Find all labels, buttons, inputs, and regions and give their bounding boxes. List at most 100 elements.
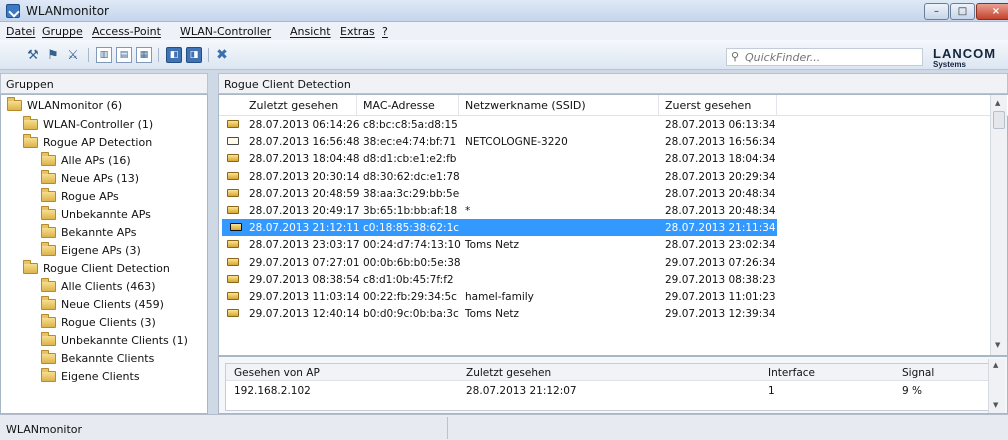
brand-subtitle: Systems (933, 60, 966, 69)
tree-item-rogue-clients[interactable]: Rogue Clients (3) (41, 313, 156, 331)
tree-item-neue-clients[interactable]: Neue Clients (459) (41, 295, 164, 313)
detail-col-last-seen[interactable]: Zuletzt gesehen (466, 367, 551, 379)
client-yellow-icon (227, 274, 239, 283)
table-row[interactable]: 28.07.2013 21:12:11 c0:18:85:38:62:1c 28.0… (222, 219, 777, 237)
tree-item-wlanmonitor[interactable]: WLANmonitor (6) (7, 96, 122, 114)
tree-item-alle-clients[interactable]: Alle Clients (463) (41, 277, 156, 295)
groups-tree: WLANmonitor (6) WLAN-Controller (1) Rogu… (0, 94, 208, 414)
folder-icon (23, 115, 38, 130)
menu-access-point[interactable]: Access-Point (92, 25, 161, 38)
window-right-icon[interactable]: ◨ (186, 47, 202, 63)
tree-item-bekannte-clients[interactable]: Bekannte Clients (41, 349, 154, 367)
folder-icon (41, 223, 56, 238)
layout-rows-icon[interactable]: ▤ (116, 47, 132, 63)
scroll-up-icon[interactable]: ▲ (993, 361, 998, 369)
col-last-seen[interactable]: Zuletzt gesehen (219, 95, 357, 115)
scroll-down-icon[interactable]: ▼ (995, 341, 1000, 349)
antenna-remove-icon[interactable]: ⚔ (65, 47, 81, 63)
folder-icon (41, 295, 56, 310)
client-yellow-icon (227, 120, 239, 128)
table-row[interactable]: 28.07.2013 20:30:14 d8:30:62:dc:e1:78 28.0… (219, 168, 1008, 185)
cell-last-seen: 29.07.2013 07:27:01 (249, 256, 360, 269)
cell-first-seen: 28.07.2013 20:48:34 (665, 205, 776, 217)
menu-gruppe[interactable]: Gruppe (42, 25, 83, 38)
tree-item-label: Bekannte Clients (61, 351, 155, 365)
antenna-tool-icon[interactable]: ⚒ (25, 47, 41, 63)
status-bar: WLANmonitor (0, 414, 1008, 440)
table-row[interactable]: 28.07.2013 23:03:17 00:24:d7:74:13:10 Toms… (219, 236, 1008, 253)
close-button[interactable]: × (976, 3, 1008, 20)
quickfinder: ⚲ (726, 48, 923, 66)
menu-wlan-controller[interactable]: WLAN-Controller (180, 25, 271, 38)
menu-datei[interactable]: Datei (6, 25, 35, 38)
search-input[interactable] (745, 50, 915, 64)
tree-item-rogue-aps[interactable]: Rogue APs (41, 187, 119, 205)
table-row[interactable]: 29.07.2013 12:40:14 b0:d0:9c:0b:ba:3c Toms… (219, 305, 1008, 322)
table-row[interactable]: 29.07.2013 07:27:01 00:0b:6b:b0:5e:38 29.0… (219, 254, 1008, 271)
detail-col-interface[interactable]: Interface (768, 367, 815, 379)
tree-item-wlan-controller[interactable]: WLAN-Controller (1) (23, 115, 153, 133)
menu-ansicht[interactable]: Ansicht (290, 25, 331, 38)
tree-item-alle-aps[interactable]: Alle APs (16) (41, 151, 131, 169)
table-header: Zuletzt gesehen MAC-Adresse Netzwerkname… (219, 95, 1008, 116)
scroll-down-icon[interactable]: ▼ (993, 401, 998, 409)
cell-last-seen: 28.07.2013 23:03:17 (249, 239, 360, 252)
col-first-seen[interactable]: Zuerst gesehen (659, 95, 777, 115)
tree-item-bekannte-aps[interactable]: Bekannte APs (41, 223, 136, 241)
minimize-button[interactable]: – (924, 3, 949, 20)
cell-first-seen: 28.07.2013 16:56:34 (665, 136, 776, 149)
status-divider (447, 417, 448, 439)
tree-item-label: Rogue Clients (3) (61, 315, 156, 329)
window-left-icon[interactable]: ◧ (166, 47, 182, 63)
cell-first-seen: 28.07.2013 06:13:34 (665, 119, 776, 131)
detail-header: Gesehen von AP Zuletzt gesehen Interface… (226, 364, 990, 381)
detail-scrollbar[interactable]: ▲ ▼ (988, 359, 1005, 413)
antenna-scan-icon[interactable]: ⚑ (45, 47, 61, 63)
list-header: Rogue Client Detection (218, 73, 1008, 94)
cell-mac: 3b:65:1b:bb:af:18 (363, 205, 458, 217)
table-row[interactable]: 28.07.2013 20:49:17 3b:65:1b:bb:af:18 * 28.… (219, 202, 1008, 219)
client-white-icon (227, 137, 239, 146)
detail-col-ap[interactable]: Gesehen von AP (234, 367, 320, 379)
toolbar-separator (208, 48, 209, 62)
client-yellow-icon (227, 292, 239, 300)
col-mac[interactable]: MAC-Adresse (357, 95, 459, 115)
client-yellow-icon (227, 171, 239, 180)
detail-ap-value: 192.168.2.102 (234, 385, 311, 397)
cell-mac: 00:0b:6b:b0:5e:38 (363, 256, 461, 269)
layout-detail-icon[interactable]: ▦ (136, 47, 152, 63)
layout-columns-icon[interactable]: ▥ (96, 47, 112, 63)
tree-item-rogue-ap-detection[interactable]: Rogue AP Detection (23, 133, 152, 151)
tree-item-eigene-aps[interactable]: Eigene APs (3) (41, 241, 141, 259)
col-ssid[interactable]: Netzwerkname (SSID) (459, 95, 659, 115)
tree-item-rogue-client-detection[interactable]: Rogue Client Detection (23, 259, 170, 277)
client-yellow-icon (227, 309, 239, 318)
menu-help[interactable]: ? (382, 25, 388, 38)
folder-icon (41, 241, 56, 256)
table-row[interactable]: 28.07.2013 06:14:26 c8:bc:c8:5a:d8:15 28.0… (219, 116, 1008, 133)
title-bar: WLANmonitor – □ × (0, 0, 1008, 22)
cell-mac: 00:22:fb:29:34:5c (363, 291, 457, 303)
maximize-button[interactable]: □ (950, 3, 975, 20)
cell-mac: c0:18:85:38:62:1c (363, 222, 460, 235)
detail-col-signal[interactable]: Signal (902, 367, 934, 379)
tree-item-unbekannte-aps[interactable]: Unbekannte APs (41, 205, 151, 223)
tree-item-eigene-clients[interactable]: Eigene Clients (41, 367, 140, 385)
cell-first-seen: 28.07.2013 20:29:34 (665, 170, 776, 183)
table-row[interactable]: 28.07.2013 18:04:48 d8:d1:cb:e1:e2:fb 28.0… (219, 150, 1008, 167)
table-row[interactable]: 29.07.2013 08:38:54 c8:d1:0b:45:7f:f2 29.0… (219, 271, 1008, 288)
tree-item-label: Bekannte APs (61, 225, 137, 239)
table-row[interactable]: 28.07.2013 20:48:59 38:aa:3c:29:bb:5e 28.0… (219, 185, 1008, 202)
scroll-up-icon[interactable]: ▲ (995, 99, 1000, 107)
cell-first-seen: 29.07.2013 07:26:34 (665, 256, 776, 269)
app-icon (6, 4, 20, 18)
tree-item-unbekannte-clients[interactable]: Unbekannte Clients (1) (41, 331, 188, 349)
tree-item-neue-aps[interactable]: Neue APs (13) (41, 169, 139, 187)
delete-icon[interactable]: ✖ (214, 47, 230, 63)
menu-extras[interactable]: Extras (340, 25, 375, 38)
table-row[interactable]: 29.07.2013 11:03:14 00:22:fb:29:34:5c hame… (219, 288, 1008, 305)
folder-open-icon (41, 277, 56, 292)
list-scrollbar[interactable]: ▲ ▼ (990, 95, 1007, 355)
table-row[interactable]: 28.07.2013 16:56:48 38:ec:e4:74:bf:71 NETC… (219, 133, 1008, 150)
scroll-thumb[interactable] (993, 111, 1005, 129)
